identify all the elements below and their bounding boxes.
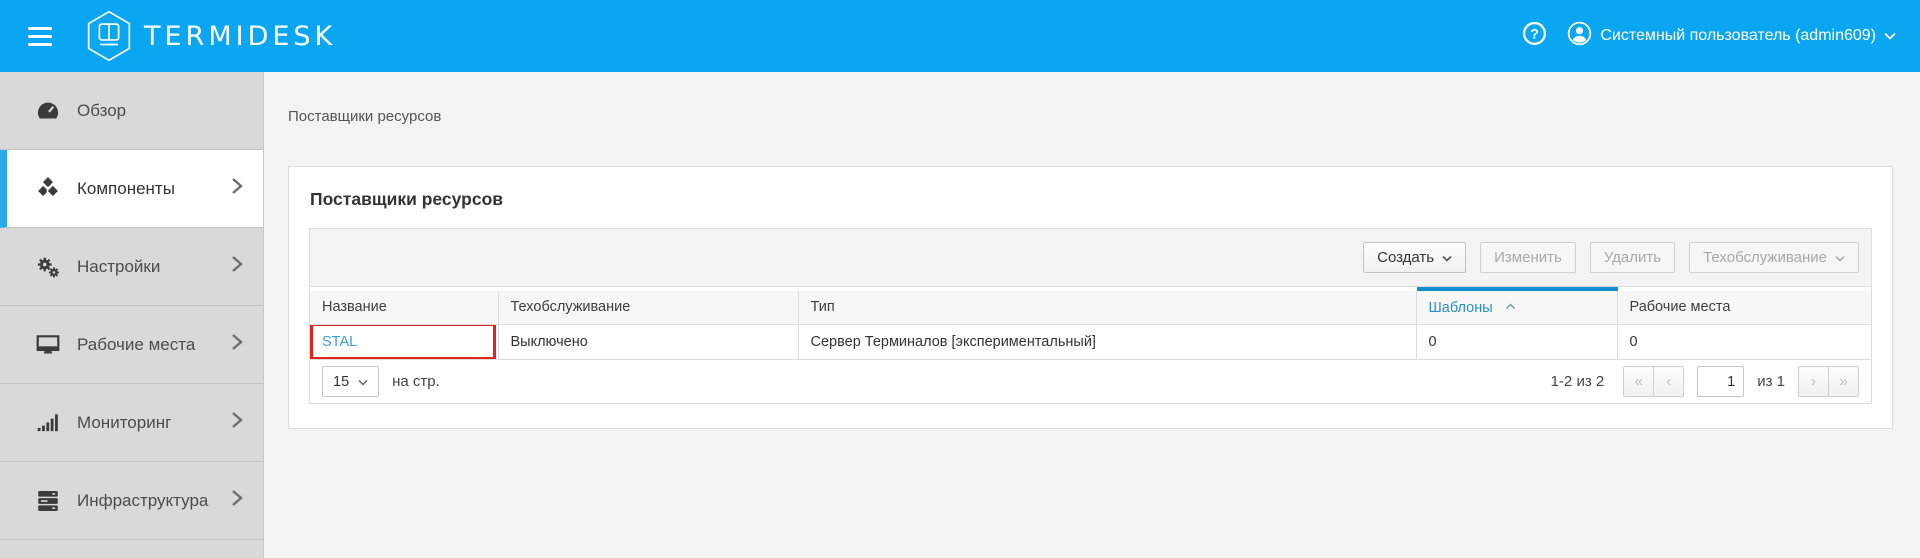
sidebar-item-monitoring[interactable]: Мониторинг	[0, 384, 263, 462]
main-content: Поставщики ресурсов Поставщики ресурсов …	[264, 72, 1920, 558]
chevron-down-icon	[358, 374, 368, 390]
edit-button-label: Изменить	[1494, 249, 1562, 266]
delete-button-label: Удалить	[1604, 249, 1661, 266]
current-page-input[interactable]	[1697, 366, 1744, 397]
sidebar-item-settings[interactable]: Настройки	[0, 228, 263, 306]
page-size-select[interactable]: 15	[322, 366, 379, 397]
user-name-label: Системный пользователь (admin609)	[1600, 27, 1876, 45]
desktop-icon	[34, 332, 64, 358]
chevron-right-icon	[231, 333, 243, 356]
column-header-type[interactable]: Тип	[798, 289, 1416, 325]
toolbar: Создать Изменить Удалить Техобслу	[310, 229, 1871, 287]
sidebar-item-label: Компоненты	[77, 179, 175, 199]
chevron-right-icon	[231, 489, 243, 512]
next-page-button[interactable]: ›	[1798, 366, 1829, 397]
help-icon[interactable]: ?	[1522, 21, 1547, 51]
dashboard-gauge-icon	[34, 98, 64, 124]
provider-link[interactable]: STAL	[322, 334, 357, 350]
column-header-name[interactable]: Название	[310, 289, 498, 325]
per-page-label: на стр.	[392, 373, 440, 390]
shell: Обзор Компоненты	[0, 72, 1920, 558]
sidebar-item-label: Настройки	[77, 257, 160, 277]
sidebar-item-label: Мониторинг	[77, 413, 171, 433]
cell-name: STAL	[310, 325, 498, 360]
server-stack-icon	[34, 488, 64, 514]
create-button[interactable]: Создать	[1363, 242, 1466, 273]
brand-logo[interactable]: TERMIDESK	[86, 10, 336, 62]
create-button-label: Создать	[1377, 249, 1434, 266]
user-menu[interactable]: Системный пользователь (admin609)	[1567, 21, 1896, 51]
edit-button[interactable]: Изменить	[1480, 242, 1576, 273]
top-header: TERMIDESK ? Системный пользователь (admi…	[0, 0, 1920, 72]
table-header-row: Название Техобслуживание Тип Шаблоны Раб…	[310, 289, 1871, 325]
pager-forward-group: › »	[1798, 366, 1859, 397]
page-size-value: 15	[333, 374, 349, 390]
sidebar-item-components[interactable]: Компоненты	[0, 150, 263, 228]
first-page-button[interactable]: «	[1623, 366, 1654, 397]
hamburger-menu-icon[interactable]	[28, 22, 52, 51]
breadcrumb: Поставщики ресурсов	[288, 108, 1893, 126]
panel-title: Поставщики ресурсов	[310, 189, 1872, 210]
table-row: STAL Выключено Сервер Терминалов [экспер…	[310, 325, 1871, 360]
pager-back-group: « ‹	[1623, 366, 1684, 397]
sidebar: Обзор Компоненты	[0, 72, 264, 558]
chevron-right-icon	[231, 411, 243, 434]
pager-controls: 1-2 из 2 « ‹ из 1 › »	[1551, 366, 1859, 397]
pagination-bar: 15 на стр. 1-2 из 2 « ‹	[310, 360, 1871, 403]
sidebar-item-label: Рабочие места	[77, 335, 195, 355]
header-right: ? Системный пользователь (admin609)	[1522, 21, 1896, 51]
column-header-maintenance[interactable]: Техобслуживание	[498, 289, 798, 325]
column-header-workplaces[interactable]: Рабочие места	[1617, 289, 1871, 325]
delete-button[interactable]: Удалить	[1590, 242, 1675, 273]
user-avatar-icon	[1567, 21, 1592, 51]
chevron-right-icon	[231, 255, 243, 278]
sidebar-item-workplaces[interactable]: Рабочие места	[0, 306, 263, 384]
termidesk-hexagon-icon	[86, 10, 132, 62]
cell-maintenance: Выключено	[498, 325, 798, 360]
table-box: Создать Изменить Удалить Техобслу	[309, 228, 1872, 404]
chevron-down-icon	[1835, 249, 1845, 266]
sidebar-item-label: Обзор	[77, 101, 126, 121]
sidebar-item-label: Инфраструктура	[77, 491, 208, 511]
column-header-templates-label: Шаблоны	[1429, 300, 1493, 316]
cubes-icon	[34, 176, 64, 202]
gears-icon	[34, 254, 64, 280]
signal-bars-icon	[34, 410, 64, 436]
resource-providers-panel: Поставщики ресурсов Создать Изменить	[288, 166, 1893, 429]
cell-templates: 0	[1416, 325, 1617, 360]
app-root: TERMIDESK ? Системный пользователь (admi…	[0, 0, 1920, 558]
chevron-down-icon	[1442, 249, 1452, 266]
resource-providers-table: Название Техобслуживание Тип Шаблоны Раб…	[310, 287, 1871, 360]
of-pages-label: из 1	[1757, 373, 1785, 390]
sidebar-item-infrastructure[interactable]: Инфраструктура	[0, 462, 263, 540]
sidebar-item-overview[interactable]: Обзор	[0, 72, 263, 150]
chevron-down-icon	[1884, 27, 1896, 45]
prev-page-button[interactable]: ‹	[1653, 366, 1684, 397]
maintenance-button[interactable]: Техобслуживание	[1689, 242, 1859, 273]
svg-text:?: ?	[1531, 25, 1540, 41]
cell-workplaces: 0	[1617, 325, 1871, 360]
cell-type: Сервер Терминалов [экспериментальный]	[798, 325, 1416, 360]
maintenance-button-label: Техобслуживание	[1703, 249, 1827, 266]
last-page-button[interactable]: »	[1828, 366, 1859, 397]
column-header-templates[interactable]: Шаблоны	[1416, 289, 1617, 325]
chevron-right-icon	[231, 177, 243, 200]
range-label: 1-2 из 2	[1551, 373, 1605, 390]
brand-wordmark: TERMIDESK	[144, 21, 336, 52]
sort-asc-icon	[1505, 298, 1516, 314]
